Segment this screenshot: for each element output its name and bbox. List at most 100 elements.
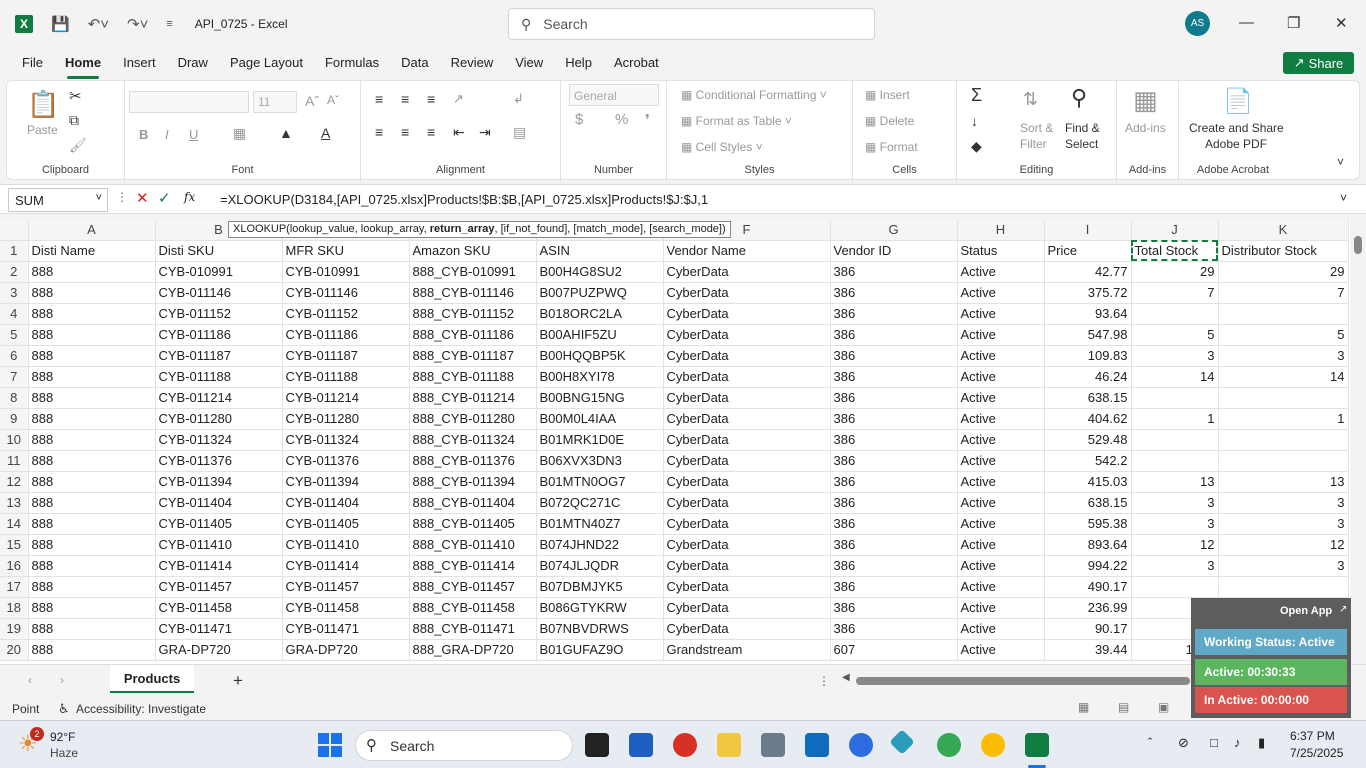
table-cell[interactable]: Active (957, 618, 1045, 640)
table-cell[interactable]: 888_CYB-011457 (409, 576, 537, 598)
next-sheet-icon[interactable]: › (60, 673, 64, 687)
accessibility-status[interactable]: Accessibility: Investigate (76, 702, 206, 716)
clock-date[interactable]: 7/25/2025 (1290, 746, 1343, 760)
table-cell[interactable]: GRA-DP720 (282, 639, 410, 661)
table-cell[interactable]: 888_CYB-011186 (409, 324, 537, 346)
table-cell[interactable]: 3 (1131, 555, 1219, 577)
horizontal-scrollbar[interactable]: ◀ (842, 672, 1190, 687)
table-cell[interactable]: 386 (830, 303, 958, 325)
table-cell[interactable]: 386 (830, 597, 958, 619)
underline-icon[interactable]: U (189, 127, 198, 142)
cell-table[interactable]: A B C D E F G H I J K 1Disti NameDisti S… (0, 220, 1349, 661)
table-cell[interactable]: ASIN (536, 240, 664, 262)
row-header[interactable]: 6 (0, 345, 29, 367)
column-header[interactable]: K (1218, 220, 1349, 241)
table-cell[interactable]: CYB-011324 (155, 429, 283, 451)
redo-icon[interactable]: ↷˅ (127, 15, 148, 33)
fill-color-icon[interactable]: ▲ (279, 125, 293, 141)
table-cell[interactable]: 888 (28, 387, 156, 409)
table-cell[interactable]: CYB-011457 (282, 576, 410, 598)
table-cell[interactable]: 888 (28, 282, 156, 304)
table-cell[interactable]: B007PUZPWQ (536, 282, 664, 304)
table-cell[interactable]: 386 (830, 576, 958, 598)
row-header[interactable]: 5 (0, 324, 29, 346)
table-cell[interactable]: CYB-011188 (282, 366, 410, 388)
table-cell[interactable]: Grandstream (663, 639, 831, 661)
table-cell[interactable]: 5 (1218, 324, 1349, 346)
task-view-icon[interactable] (585, 733, 609, 757)
italic-icon[interactable]: I (165, 127, 169, 142)
orientation-icon[interactable]: ↗ (453, 91, 464, 107)
table-cell[interactable]: 888_CYB-011414 (409, 555, 537, 577)
table-cell[interactable]: 888 (28, 408, 156, 430)
save-icon[interactable]: 💾 (51, 15, 70, 33)
table-cell[interactable]: CYB-011414 (155, 555, 283, 577)
restore-icon[interactable]: ❐ (1287, 14, 1300, 32)
table-cell[interactable]: CyberData (663, 366, 831, 388)
table-cell[interactable]: CyberData (663, 471, 831, 493)
currency-icon[interactable]: $ (575, 111, 583, 128)
table-cell[interactable]: B07DBMJYK5 (536, 576, 664, 598)
table-cell[interactable]: 1 (1131, 408, 1219, 430)
minimize-icon[interactable]: — (1239, 14, 1254, 31)
table-cell[interactable]: CyberData (663, 282, 831, 304)
worksheet-grid[interactable]: A B C D E F G H I J K 1Disti NameDisti S… (0, 220, 1350, 664)
table-cell[interactable]: CyberData (663, 324, 831, 346)
table-cell[interactable]: Vendor Name (663, 240, 831, 262)
table-cell[interactable]: 386 (830, 366, 958, 388)
tab-acrobat[interactable]: Acrobat (603, 48, 670, 80)
table-cell[interactable]: 14 (1131, 366, 1219, 388)
table-cell[interactable]: 386 (830, 555, 958, 577)
table-cell[interactable]: CYB-011187 (155, 345, 283, 367)
row-header[interactable]: 16 (0, 555, 29, 577)
page-break-view-icon[interactable]: ▣ (1158, 700, 1169, 714)
table-cell[interactable]: 607 (830, 639, 958, 661)
search-box[interactable]: ⚲ Search (508, 8, 875, 40)
format-painter-icon[interactable]: 🖌 (69, 137, 87, 154)
table-cell[interactable]: CyberData (663, 408, 831, 430)
table-cell[interactable]: 236.99 (1044, 597, 1132, 619)
increase-indent-icon[interactable]: ⇥ (479, 124, 491, 141)
table-cell[interactable]: B01MTN40Z7 (536, 513, 664, 535)
table-cell[interactable]: Status (957, 240, 1045, 262)
row-header[interactable]: 20 (0, 639, 29, 661)
table-cell[interactable]: 888 (28, 639, 156, 661)
format-cells-button[interactable]: ▦ Format (865, 140, 918, 154)
add-sheet-icon[interactable]: + (233, 671, 243, 691)
undo-icon[interactable]: ↶˅ (88, 15, 109, 33)
collapse-ribbon-icon[interactable]: ˅ (1337, 155, 1344, 169)
vertical-scrollbar[interactable] (1350, 220, 1366, 664)
table-cell[interactable]: B06XVX3DN3 (536, 450, 664, 472)
tab-draw[interactable]: Draw (167, 48, 219, 80)
table-cell[interactable]: Total Stock (1131, 240, 1219, 262)
table-cell[interactable]: B072QC271C (536, 492, 664, 514)
table-cell[interactable]: 888 (28, 555, 156, 577)
table-cell[interactable]: 888 (28, 261, 156, 283)
table-cell[interactable]: 386 (830, 471, 958, 493)
table-cell[interactable]: CyberData (663, 450, 831, 472)
table-cell[interactable]: CyberData (663, 576, 831, 598)
decrease-indent-icon[interactable]: ⇤ (453, 124, 465, 141)
tab-help[interactable]: Help (554, 48, 603, 80)
table-cell[interactable]: CyberData (663, 345, 831, 367)
table-cell[interactable]: 13 (1218, 471, 1349, 493)
row-header[interactable]: 19 (0, 618, 29, 640)
select-all-corner[interactable] (0, 220, 29, 241)
table-cell[interactable]: CyberData (663, 555, 831, 577)
table-cell[interactable]: CYB-011394 (155, 471, 283, 493)
table-cell[interactable]: 386 (830, 387, 958, 409)
table-cell[interactable]: CYB-011186 (155, 324, 283, 346)
table-cell[interactable]: 93.64 (1044, 303, 1132, 325)
table-cell[interactable]: 386 (830, 282, 958, 304)
delete-cells-button[interactable]: ▦ Delete (865, 114, 914, 128)
tab-insert[interactable]: Insert (112, 48, 167, 80)
table-cell[interactable]: 90.17 (1044, 618, 1132, 640)
table-cell[interactable]: B074JHND22 (536, 534, 664, 556)
table-cell[interactable]: Active (957, 408, 1045, 430)
clock-time[interactable]: 6:37 PM (1290, 729, 1335, 743)
more-options-icon[interactable]: ⋮ (818, 674, 830, 688)
table-cell[interactable]: 529.48 (1044, 429, 1132, 451)
paste-label[interactable]: Paste (27, 123, 58, 137)
table-cell[interactable]: 3 (1218, 555, 1349, 577)
column-header[interactable]: A (28, 220, 156, 241)
